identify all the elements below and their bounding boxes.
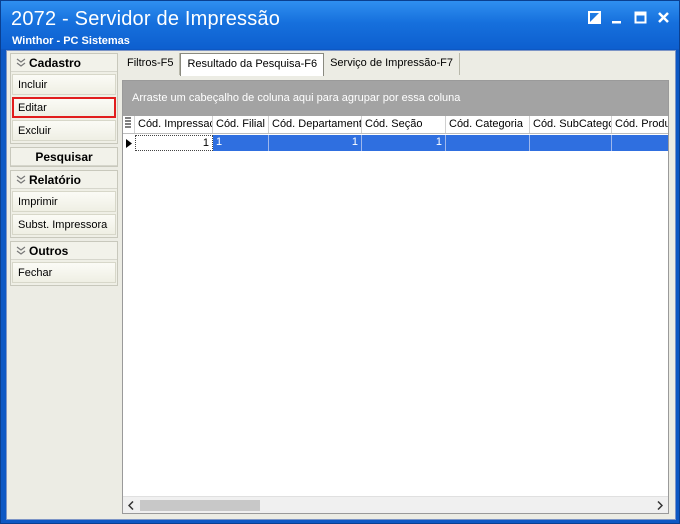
tab-resultado-pesquisa[interactable]: Resultado da Pesquisa-F6 — [180, 53, 325, 76]
tab-strip: Filtros-F5 Resultado da Pesquisa-F6 Serv… — [121, 53, 460, 76]
scrollbar-thumb[interactable] — [140, 500, 260, 511]
scroll-right-icon[interactable] — [654, 500, 666, 510]
group-outros: Outros Fechar — [10, 241, 118, 286]
chevron-double-down-icon — [16, 58, 26, 67]
column-header-cod-impressao[interactable]: Cód. Impressac — [135, 116, 213, 133]
tab-filtros[interactable]: Filtros-F5 — [121, 53, 181, 75]
group-header-outros[interactable]: Outros — [11, 242, 117, 260]
fechar-button[interactable]: Fechar — [12, 262, 116, 283]
tab-servico-impressao[interactable]: Serviço de Impressão-F7 — [324, 53, 460, 75]
group-label-cadastro: Cadastro — [29, 55, 82, 70]
column-header-cod-secao[interactable]: Cód. Seção — [362, 116, 446, 133]
column-header-cod-departamento[interactable]: Cód. Departament — [269, 116, 362, 133]
title-bar[interactable]: 2072 - Servidor de Impressão Winthor - P… — [1, 1, 679, 49]
group-cadastro: Cadastro Incluir Editar Excluir — [10, 53, 118, 144]
window-subtitle: Winthor - PC Sistemas — [12, 35, 130, 47]
app-window: 2072 - Servidor de Impressão Winthor - P… — [0, 0, 680, 524]
horizontal-scrollbar[interactable] — [123, 496, 668, 513]
chevron-double-down-icon — [16, 246, 26, 255]
table-row[interactable]: 1 1 1 1 — [123, 135, 668, 151]
excluir-button[interactable]: Excluir — [12, 120, 116, 141]
row-indicator-icon — [123, 135, 135, 151]
column-header-cod-produto[interactable]: Cód. Produ — [612, 116, 668, 133]
cell-cod-subcategoria[interactable] — [530, 135, 612, 151]
minimize-icon[interactable] — [610, 10, 625, 25]
client-area: Cadastro Incluir Editar Excluir Pesquisa… — [6, 50, 676, 520]
cell-cod-secao[interactable]: 1 — [362, 135, 446, 151]
group-pesquisar: Pesquisar — [10, 147, 118, 167]
group-header-relatorio[interactable]: Relatório — [11, 171, 117, 189]
pesquisar-button[interactable]: Pesquisar — [11, 148, 117, 166]
scroll-left-icon[interactable] — [125, 500, 137, 510]
subst-impressora-button[interactable]: Subst. Impressora — [12, 214, 116, 235]
maximize-icon[interactable] — [633, 10, 648, 25]
results-grid: Arraste um cabeçalho de coluna aqui para… — [122, 80, 669, 514]
incluir-button[interactable]: Incluir — [12, 74, 116, 95]
grid-header: Cód. Impressac Cód. Filial Cód. Departam… — [123, 116, 668, 134]
restore-icon[interactable] — [587, 10, 602, 25]
cell-cod-departamento[interactable]: 1 — [269, 135, 362, 151]
group-label-relatorio: Relatório — [29, 172, 82, 187]
chevron-double-down-icon — [16, 175, 26, 184]
column-header-cod-filial[interactable]: Cód. Filial — [213, 116, 269, 133]
sidebar: Cadastro Incluir Editar Excluir Pesquisa… — [10, 53, 118, 289]
column-header-cod-categoria[interactable]: Cód. Categoria — [446, 116, 530, 133]
cell-cod-produto[interactable] — [612, 135, 668, 151]
cell-cod-impressao[interactable]: 1 — [135, 135, 213, 151]
column-chooser-icon[interactable] — [123, 116, 135, 133]
window-title: 2072 - Servidor de Impressão — [11, 8, 281, 30]
group-header-cadastro[interactable]: Cadastro — [11, 54, 117, 72]
cell-cod-categoria[interactable] — [446, 135, 530, 151]
group-relatorio: Relatório Imprimir Subst. Impressora — [10, 170, 118, 238]
editar-button[interactable]: Editar — [12, 97, 116, 118]
group-by-panel[interactable]: Arraste um cabeçalho de coluna aqui para… — [123, 81, 668, 116]
window-controls — [587, 10, 671, 25]
imprimir-button[interactable]: Imprimir — [12, 191, 116, 212]
group-label-outros: Outros — [29, 243, 69, 258]
column-header-cod-subcategoria[interactable]: Cód. SubCatego — [530, 116, 612, 133]
close-icon[interactable] — [656, 10, 671, 25]
cell-cod-filial[interactable]: 1 — [213, 135, 269, 151]
